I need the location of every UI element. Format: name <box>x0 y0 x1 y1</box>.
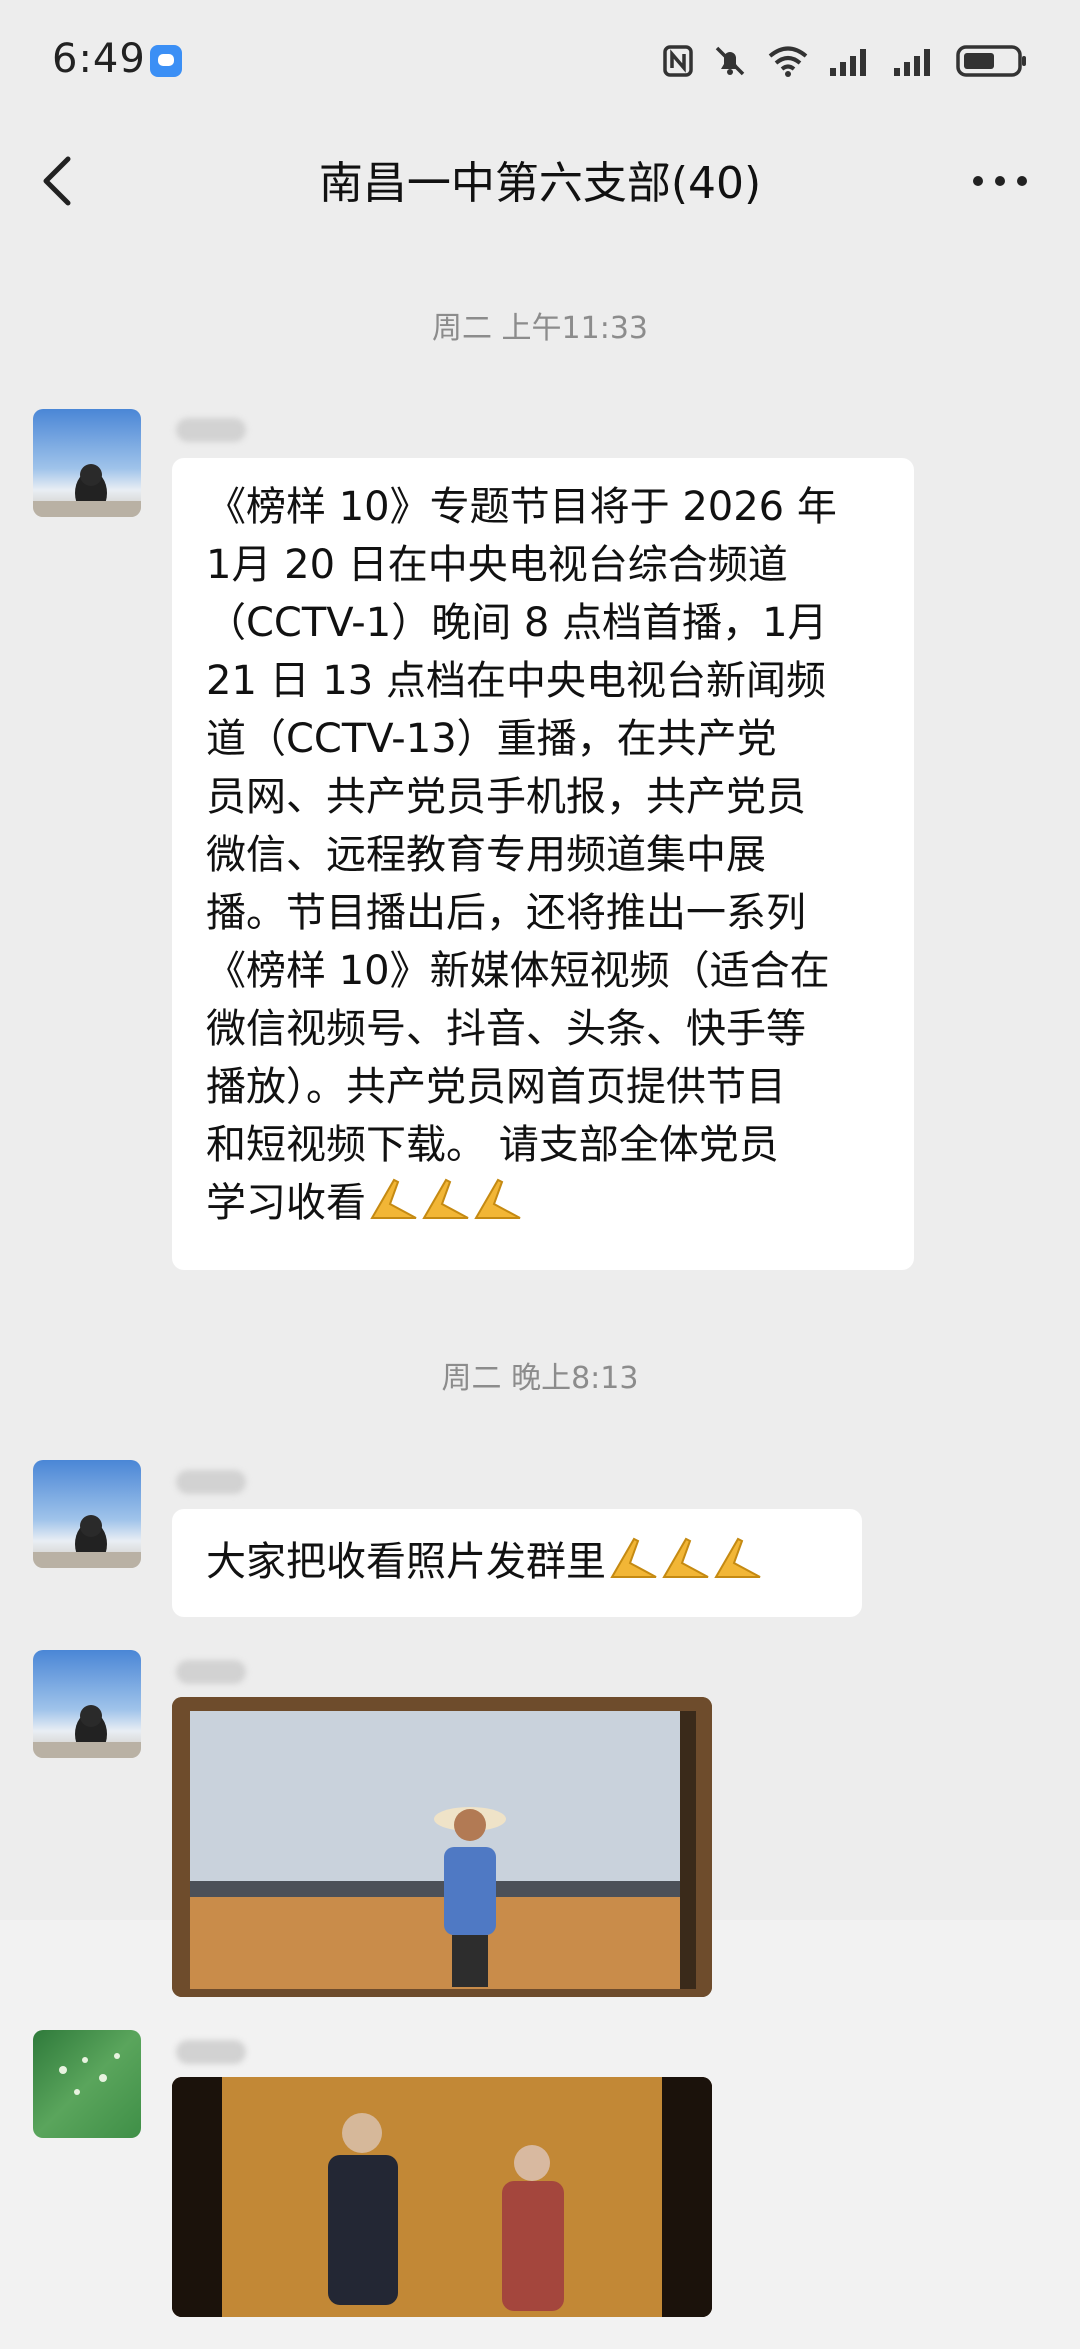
praise-hands-icon <box>368 1174 524 1238</box>
message-line: 21 日 13 点档在中央电视台新闻频 <box>206 658 826 704</box>
tv-photo-farmer <box>172 1697 712 1997</box>
message-text: 学习收看 <box>206 1180 366 1226</box>
avatar[interactable] <box>33 409 141 517</box>
sender-name-blurred <box>176 1470 246 1494</box>
message-line: 播放）。共产党员网首页提供节目 <box>206 1064 786 1110</box>
chat-header: 南昌一中第六支部(40) <box>0 125 1080 235</box>
message-text: 大家把收看照片发群里 <box>206 1539 606 1585</box>
message-bubble[interactable]: 《榜样 10》专题节目将于 2026 年 1月 20 日在中央电视台综合频道 （… <box>172 458 914 1270</box>
message-bubble[interactable]: 大家把收看照片发群里 <box>172 1509 862 1617</box>
message-line: 《榜样 10》新媒体短视频（适合在 <box>206 948 830 994</box>
message-line: 《榜样 10》专题节目将于 2026 年 <box>206 484 837 530</box>
timestamp: 周二 晚上8:13 <box>441 1361 639 1396</box>
message-line: 播。节目播出后，还将推出一系列 <box>206 890 806 936</box>
message-line: 道（CCTV-13）重播，在共产党 <box>206 716 777 762</box>
chat-title: 南昌一中第六支部(40) <box>318 158 762 209</box>
nfc-icon <box>663 45 693 77</box>
message-line: 员网、共产党员手机报，共产党员 <box>206 774 806 820</box>
avatar-image <box>33 464 141 517</box>
status-icons <box>662 36 1028 86</box>
avatar[interactable] <box>33 1650 141 1758</box>
sender-name-blurred <box>176 1660 246 1684</box>
signal-icon <box>830 49 866 76</box>
avatar[interactable] <box>33 2030 141 2138</box>
tv-photo-stage <box>172 2077 712 2317</box>
status-time: 6:49 <box>52 36 146 82</box>
more-icon[interactable] <box>972 169 1028 193</box>
message-line: 和短视频下载。 请支部全体党员 <box>206 1122 779 1168</box>
timestamp: 周二 上午11:33 <box>432 311 648 346</box>
avatar-image <box>59 2053 120 2095</box>
message-line: 微信视频号、抖音、头条、快手等 <box>206 1006 806 1052</box>
message-line: （CCTV-1）晚间 8 点档首播，1月 <box>206 600 828 646</box>
status-bar: 6:49 <box>0 0 1080 125</box>
avatar[interactable] <box>33 1460 141 1568</box>
battery-icon <box>956 45 1026 77</box>
image-message[interactable] <box>172 2077 712 2317</box>
message-line: 1月 20 日在中央电视台综合频道 <box>206 542 788 588</box>
avatar-image <box>33 1705 141 1758</box>
avatar-image <box>33 1515 141 1568</box>
signal-icon-2 <box>894 49 930 76</box>
image-message[interactable] <box>172 1697 712 1997</box>
sender-name-blurred <box>176 418 246 442</box>
praise-hands-icon <box>608 1533 764 1597</box>
sender-name-blurred <box>176 2040 246 2064</box>
message-line-last: 学习收看 <box>206 1174 880 1232</box>
mute-icon <box>715 46 745 76</box>
message-line: 微信、远程教育专用频道集中展 <box>206 832 766 878</box>
notification-icon <box>150 45 182 77</box>
wifi-icon <box>768 46 808 77</box>
